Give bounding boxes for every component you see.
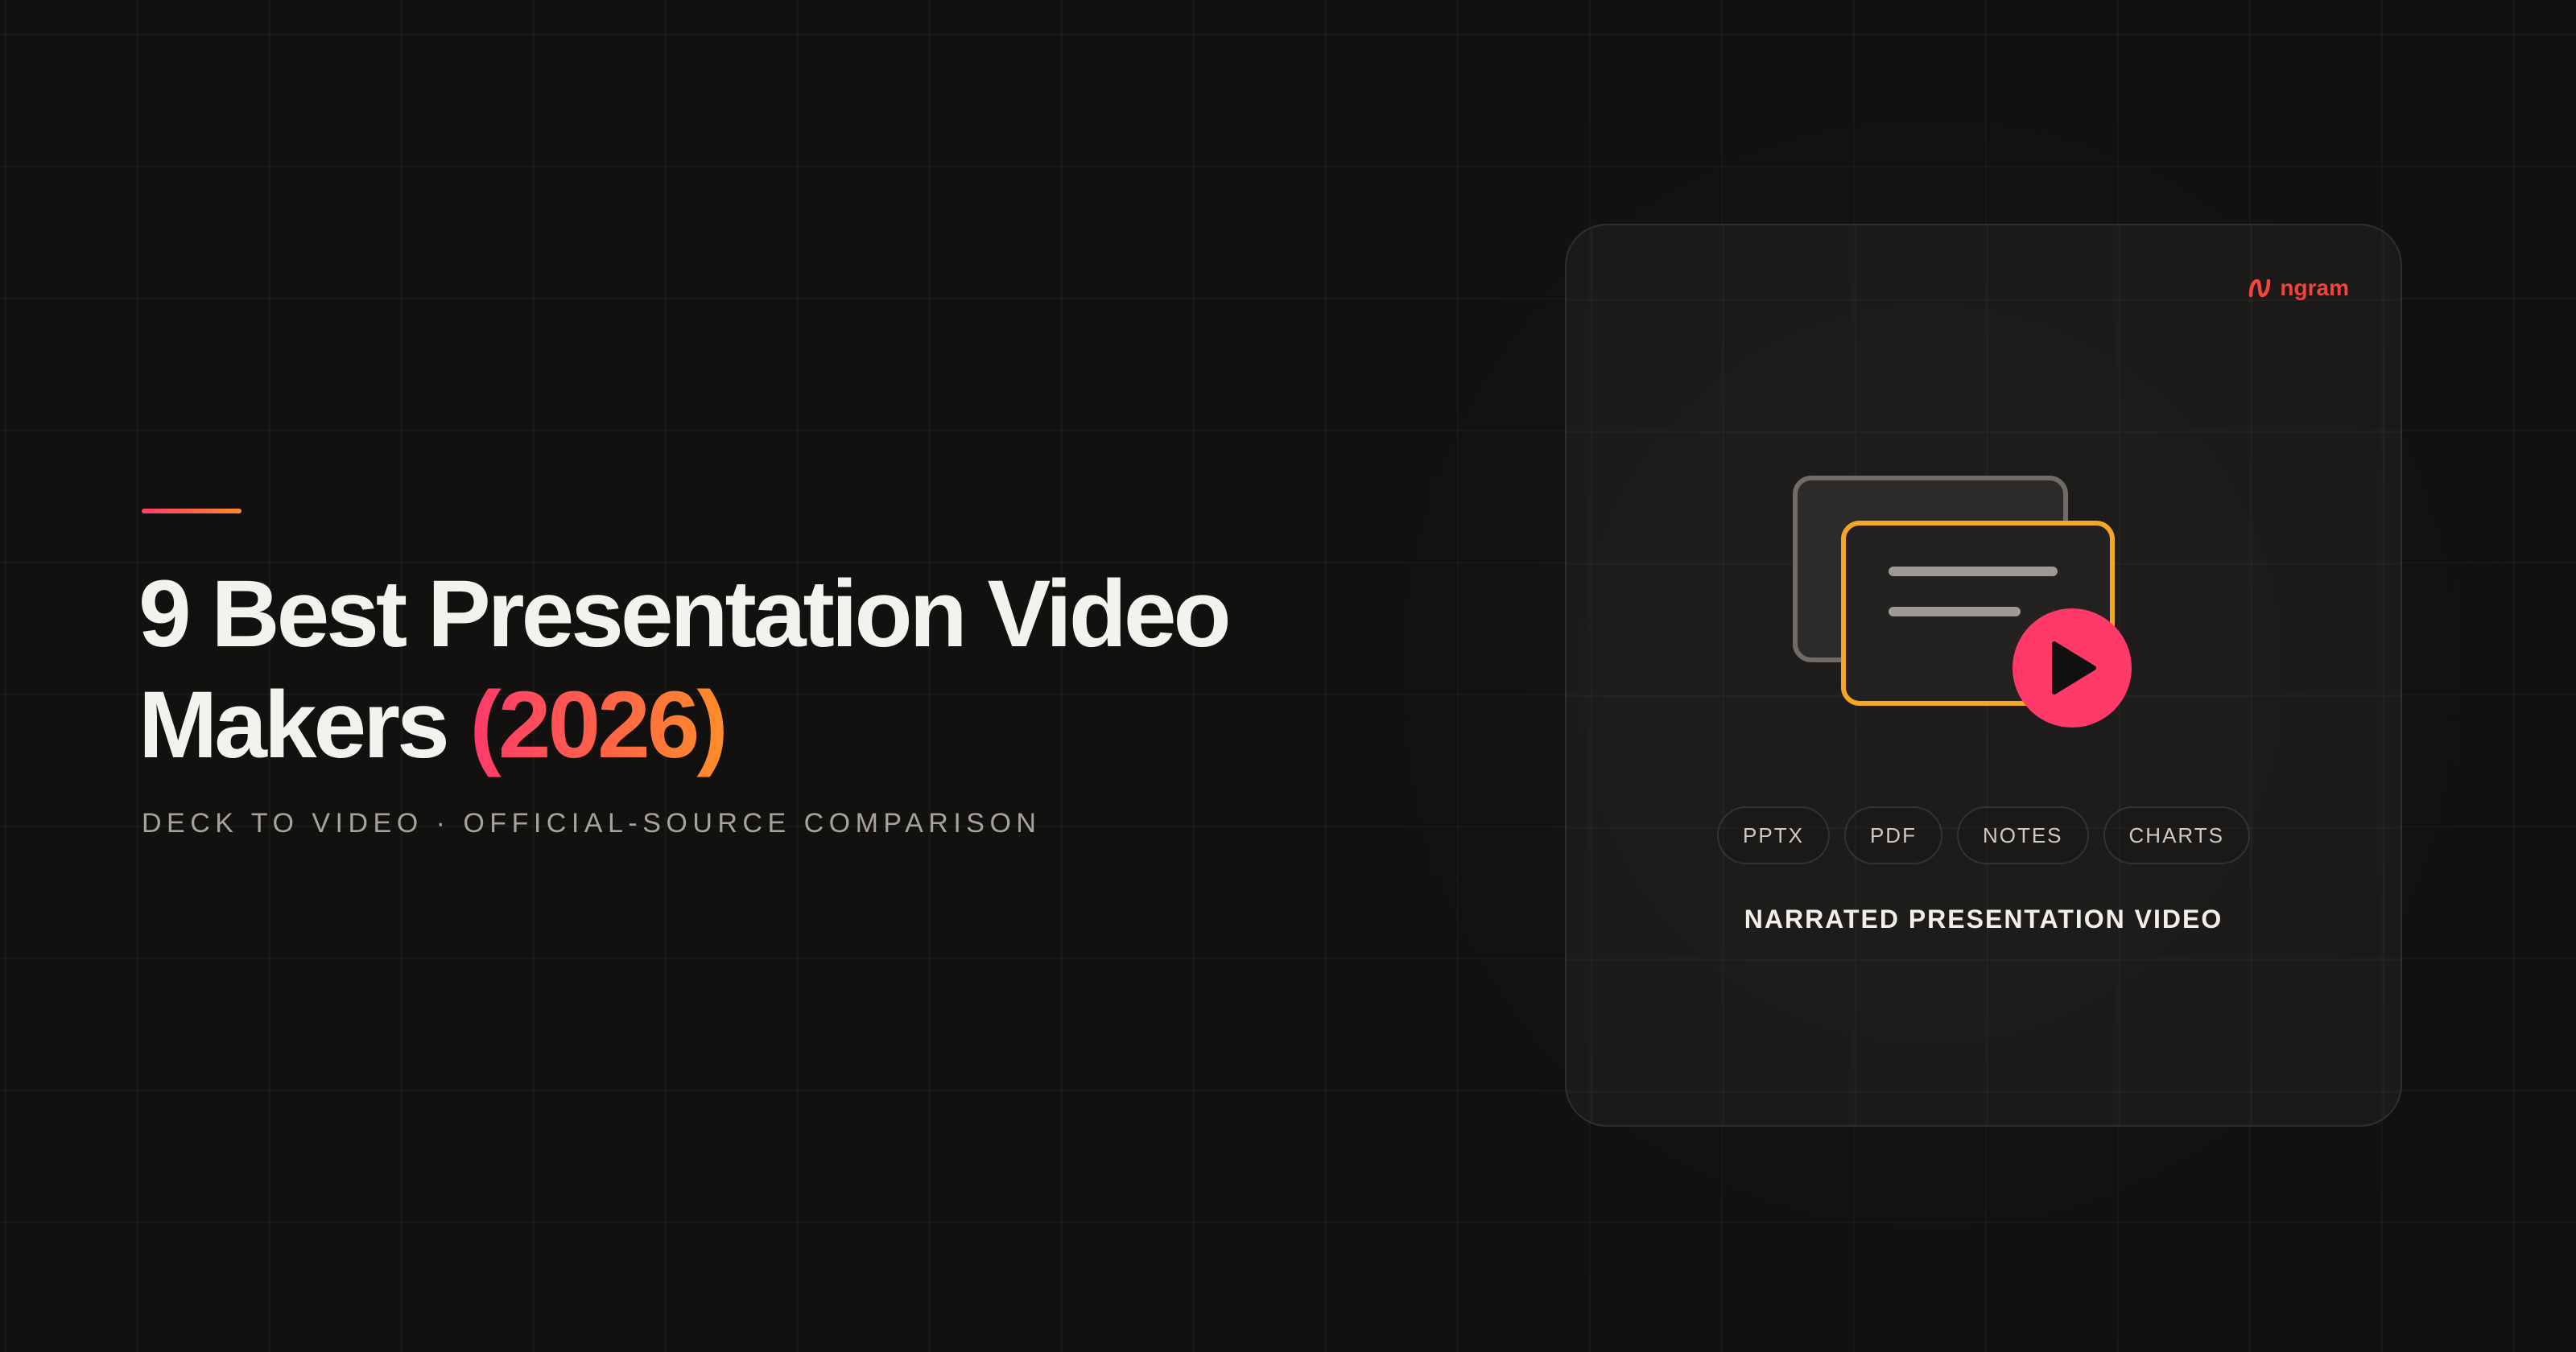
deck-to-video-illustration bbox=[1793, 476, 2132, 728]
brand-logo: ngram bbox=[2248, 275, 2349, 301]
subtitle: DECK TO VIDEO · OFFICIAL-SOURCE COMPARIS… bbox=[142, 808, 1042, 839]
format-chips: PPTX PDF NOTES CHARTS bbox=[1567, 806, 2401, 864]
title-year: (2026) bbox=[469, 672, 729, 778]
preview-card: ngram PPTX PDF NOTES CHARTS NARRATED PRE… bbox=[1565, 224, 2402, 1127]
ngram-logo-icon bbox=[2249, 278, 2271, 298]
page-title: 9 Best Presentation Video Makers (2026) bbox=[138, 559, 1394, 781]
title-line-1: 9 Best Presentation Video bbox=[138, 561, 1232, 667]
card-caption: NARRATED PRESENTATION VIDEO bbox=[1744, 905, 2223, 934]
title-line-2: Makers bbox=[138, 672, 450, 778]
chip-pptx: PPTX bbox=[1717, 806, 1830, 864]
slide-text-line-1 bbox=[1889, 567, 2058, 576]
chip-pdf: PDF bbox=[1843, 806, 1942, 864]
brand-name: ngram bbox=[2280, 275, 2349, 300]
chip-charts: CHARTS bbox=[2103, 806, 2250, 864]
chip-notes: NOTES bbox=[1956, 806, 2089, 864]
accent-bar bbox=[142, 509, 242, 513]
slide-text-line-2 bbox=[1889, 607, 2021, 616]
